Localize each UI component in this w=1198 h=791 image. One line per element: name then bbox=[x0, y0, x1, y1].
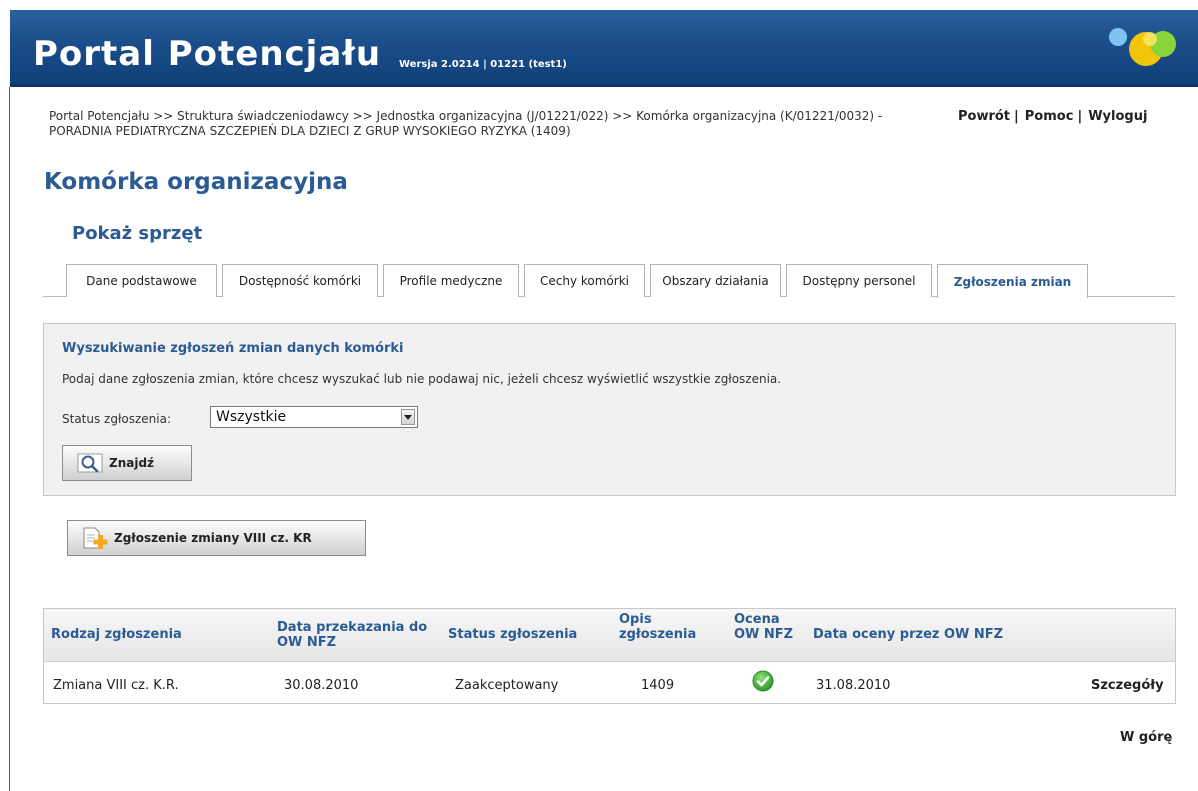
find-button[interactable]: Znajdź bbox=[62, 445, 192, 481]
column-header-rating-line2: OW NFZ bbox=[734, 627, 794, 642]
header: Portal Potencjału Wersja 2.0214 | 01221 … bbox=[0, 0, 1198, 87]
page-title: Komórka organizacyjna bbox=[44, 169, 348, 195]
column-header-rating[interactable]: Ocena OW NFZ bbox=[734, 612, 793, 642]
column-header-description-line2: zgłoszenia bbox=[619, 627, 697, 642]
app-title: Portal Potencjału bbox=[33, 34, 382, 74]
row-description: 1409 bbox=[641, 678, 675, 693]
column-header-date-sent-line1: Data przekazania do bbox=[277, 620, 428, 635]
details-link[interactable]: Szczegóły bbox=[1091, 678, 1164, 693]
find-button-label: Znajdź bbox=[109, 456, 155, 470]
column-header-rating-date[interactable]: Data oceny przez OW NFZ bbox=[813, 627, 1003, 642]
row-type: Zmiana VIII cz. K.R. bbox=[53, 678, 179, 693]
column-header-status[interactable]: Status zgłoszenia bbox=[448, 627, 577, 642]
tab-cechy-komorki[interactable]: Cechy komórki bbox=[524, 264, 645, 297]
column-header-description[interactable]: Opis zgłoszenia bbox=[619, 612, 696, 642]
row-rating-date: 31.08.2010 bbox=[816, 678, 891, 693]
column-header-rating-line1: Ocena bbox=[734, 612, 780, 627]
magnifier-icon bbox=[77, 453, 103, 473]
status-select-value: Wszystkie bbox=[216, 409, 287, 425]
breadcrumb[interactable]: Portal Potencjału >> Struktura świadczen… bbox=[49, 109, 919, 139]
column-header-date-sent[interactable]: Data przekazania do OW NFZ bbox=[277, 620, 427, 650]
column-header-date-sent-line2: OW NFZ bbox=[277, 635, 337, 650]
tab-zgloszenia-zmian[interactable]: Zgłoszenia zmian bbox=[937, 264, 1088, 298]
chevron-down-icon[interactable] bbox=[401, 409, 415, 425]
logo-icon bbox=[1109, 28, 1176, 66]
column-header-description-line1: Opis bbox=[619, 612, 652, 627]
tab-dostepny-personel[interactable]: Dostępny personel bbox=[786, 264, 932, 297]
link-separator: | bbox=[1077, 109, 1083, 124]
tab-dane-podstawowe[interactable]: Dane podstawowe bbox=[66, 264, 217, 297]
search-title: Wyszukiwanie zgłoszeń zmian danych komór… bbox=[62, 341, 404, 356]
tab-dostepnosc-komorki[interactable]: Dostępność komórki bbox=[222, 264, 378, 297]
help-link[interactable]: Pomoc bbox=[1025, 109, 1074, 124]
results-table: Rodzaj zgłoszenia Data przekazania do OW… bbox=[43, 608, 1176, 704]
add-change-request-label: Zgłoszenie zmiany VIII cz. KR bbox=[114, 531, 312, 545]
top-links: Powrót | Pomoc | Wyloguj bbox=[958, 109, 1147, 124]
search-description: Podaj dane zgłoszenia zmian, które chces… bbox=[62, 372, 782, 386]
table-header: Rodzaj zgłoszenia Data przekazania do OW… bbox=[44, 609, 1175, 662]
add-change-request-button[interactable]: Zgłoszenie zmiany VIII cz. KR bbox=[67, 520, 366, 556]
status-label: Status zgłoszenia: bbox=[62, 412, 171, 426]
left-border bbox=[9, 87, 10, 791]
document-add-icon bbox=[83, 527, 108, 549]
logout-link[interactable]: Wyloguj bbox=[1088, 109, 1147, 124]
ok-check-icon bbox=[752, 670, 774, 692]
section-title: Pokaż sprzęt bbox=[72, 223, 203, 244]
row-date-sent: 30.08.2010 bbox=[284, 678, 359, 693]
back-link[interactable]: Powrót bbox=[958, 109, 1010, 124]
tab-profile-medyczne[interactable]: Profile medyczne bbox=[383, 264, 519, 297]
link-separator: | bbox=[1014, 109, 1019, 124]
version-info: Wersja 2.0214 | 01221 (test1) bbox=[399, 59, 567, 70]
tab-obszary-dzialania[interactable]: Obszary działania bbox=[650, 264, 781, 297]
page: Portal Potencjału Wersja 2.0214 | 01221 … bbox=[0, 0, 1198, 791]
back-to-top-link[interactable]: W górę bbox=[1120, 730, 1172, 745]
row-status: Zaakceptowany bbox=[455, 678, 559, 693]
status-select[interactable]: Wszystkie bbox=[210, 406, 418, 428]
column-header-type[interactable]: Rodzaj zgłoszenia bbox=[51, 627, 182, 642]
